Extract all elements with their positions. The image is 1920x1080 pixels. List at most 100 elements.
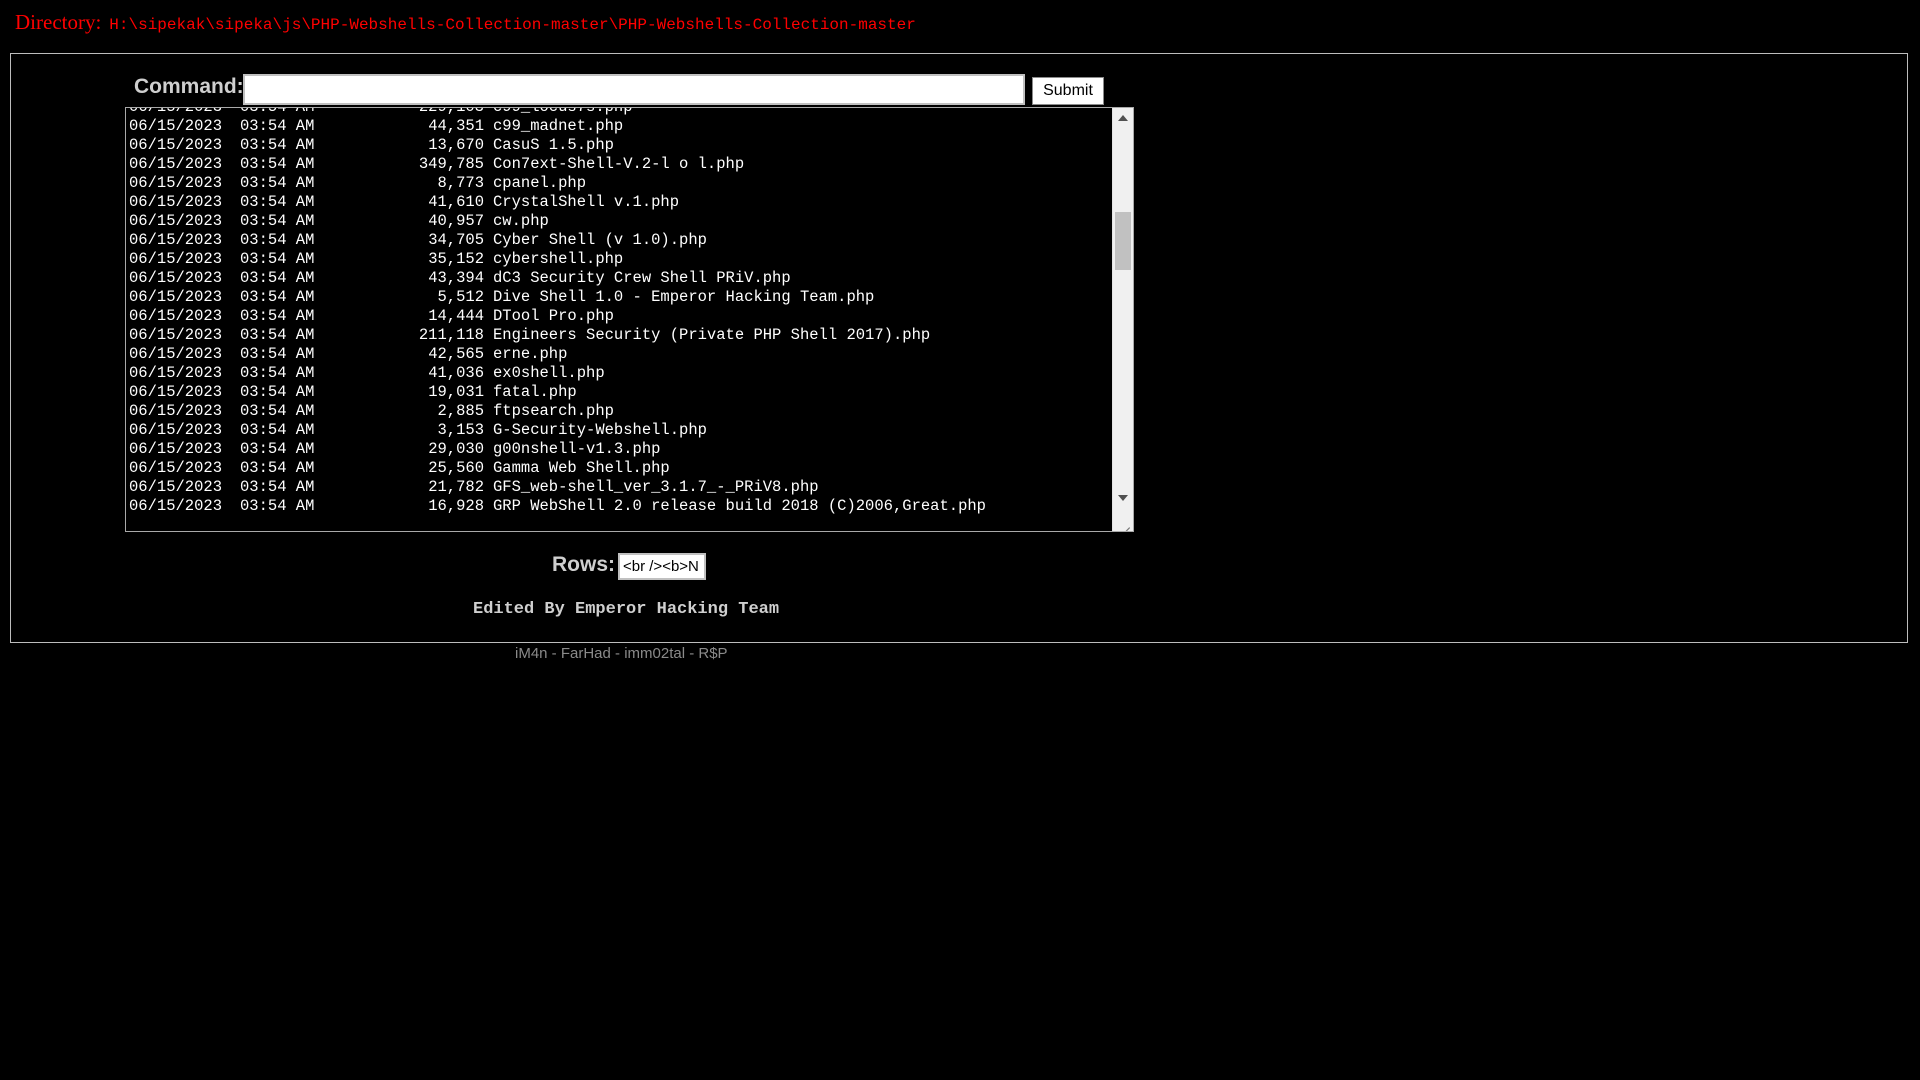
directory-label: Directory: [15,10,102,34]
output-date: 06/15/2023 [129,136,223,154]
output-row: 06/15/2023 03:54 AM 349,785 Con7ext-Shell-V… [129,155,1109,174]
output-time: 03:54 AM [240,383,315,401]
output-row: 06/15/2023 03:54 AM 8,773 cpanel.php [129,174,1109,193]
output-filename: G-Security-Webshell.php [493,421,707,439]
output-time: 03:54 AM [240,497,315,515]
output-filename: c99_locus7s.php [493,107,633,116]
output-time: 03:54 AM [240,117,315,135]
output-time: 03:54 AM [240,326,315,344]
output-row: 06/15/2023 03:54 AM 16,928 GRP WebShell 2.0… [129,497,1109,516]
output-filename: g00nshell-v1.3.php [493,440,661,458]
output-time: 03:54 AM [240,459,315,477]
output-filename: Dive Shell 1.0 - Emperor Hacking Team.ph… [493,288,875,306]
output-size: 8,773 [437,174,484,192]
output-row: 06/15/2023 03:54 AM 41,610 CrystalShell v.1… [129,193,1109,212]
output-content: 06/15/2023 03:54 AM 229,103 c99_locus7s.php… [129,107,1109,516]
submit-button[interactable]: Submit [1032,77,1104,105]
output-filename: CrystalShell v.1.php [493,193,680,211]
output-date: 06/15/2023 [129,117,223,135]
output-time: 03:54 AM [240,174,315,192]
scroll-up-arrow-icon[interactable] [1118,115,1128,121]
rows-input[interactable] [618,553,706,580]
output-time: 03:54 AM [240,440,315,458]
output-time: 03:54 AM [240,402,315,420]
output-size: 40,957 [428,212,484,230]
output-time: 03:54 AM [240,155,315,173]
output-time: 03:54 AM [240,212,315,230]
output-size: 5,512 [437,288,484,306]
command-output-textarea[interactable]: 06/15/2023 03:54 AM 229,103 c99_locus7s.php… [125,107,1134,532]
output-size: 211,118 [418,326,484,344]
output-date: 06/15/2023 [129,212,223,230]
output-size: 14,444 [428,307,484,325]
output-row: 06/15/2023 03:54 AM 25,560 Gamma Web Shell.… [129,459,1109,478]
output-filename: GRP WebShell 2.0 release build 2018 (C)2… [493,497,986,515]
output-row: 06/15/2023 03:54 AM 2,885 ftpsearch.php [129,402,1109,421]
output-date: 06/15/2023 [129,478,223,496]
output-date: 06/15/2023 [129,250,223,268]
output-size: 41,036 [428,364,484,382]
output-date: 06/15/2023 [129,440,223,458]
output-time: 03:54 AM [240,345,315,363]
credits-text: iM4n - FarHad - imm02tal - R$P [515,645,728,662]
output-filename: fatal.php [493,383,577,401]
output-time: 03:54 AM [240,307,315,325]
output-filename: cpanel.php [493,174,587,192]
output-size: 43,394 [428,269,484,287]
output-time: 03:54 AM [240,107,315,116]
directory-line: Directory: H:\sipekak\sipeka\js\PHP-Webs… [15,10,916,38]
output-row: 06/15/2023 03:54 AM 43,394 dC3 Security Cre… [129,269,1109,288]
output-date: 06/15/2023 [129,383,223,401]
rows-label: Rows: [552,553,615,576]
output-filename: Engineers Security (Private PHP Shell 20… [493,326,931,344]
output-filename: ex0shell.php [493,364,605,382]
output-size: 3,153 [437,421,484,439]
output-time: 03:54 AM [240,193,315,211]
output-row: 06/15/2023 03:54 AM 5,512 Dive Shell 1.0 - … [129,288,1109,307]
output-size: 34,705 [428,231,484,249]
output-time: 03:54 AM [240,269,315,287]
scroll-thumb[interactable] [1115,212,1131,270]
output-row: 06/15/2023 03:54 AM 229,103 c99_locus7s.php [129,107,1109,117]
output-filename: CasuS 1.5.php [493,136,614,154]
output-size: 41,610 [428,193,484,211]
output-row: 06/15/2023 03:54 AM 211,118 Engineers Secur… [129,326,1109,345]
output-row: 06/15/2023 03:54 AM 41,036 ex0shell.php [129,364,1109,383]
output-time: 03:54 AM [240,421,315,439]
output-filename: erne.php [493,345,568,363]
output-time: 03:54 AM [240,231,315,249]
output-date: 06/15/2023 [129,364,223,382]
output-time: 03:54 AM [240,478,315,496]
output-date: 06/15/2023 [129,155,223,173]
output-size: 25,560 [428,459,484,477]
output-filename: Gamma Web Shell.php [493,459,670,477]
resize-grip-icon[interactable] [1113,517,1133,531]
directory-path: H:\sipekak\sipeka\js\PHP-Webshells-Colle… [109,16,916,34]
output-size: 229,103 [418,107,484,116]
output-size: 21,782 [428,478,484,496]
output-row: 06/15/2023 03:54 AM 34,705 Cyber Shell (v 1… [129,231,1109,250]
output-date: 06/15/2023 [129,307,223,325]
output-row: 06/15/2023 03:54 AM 40,957 cw.php [129,212,1109,231]
output-filename: GFS_web-shell_ver_3.1.7_-_PRiV8.php [493,478,819,496]
output-row: 06/15/2023 03:54 AM 14,444 DTool Pro.php [129,307,1109,326]
output-date: 06/15/2023 [129,402,223,420]
output-date: 06/15/2023 [129,174,223,192]
output-filename: ftpsearch.php [493,402,614,420]
output-filename: cybershell.php [493,250,624,268]
command-label: Command: [134,75,244,98]
output-filename: c99_madnet.php [493,117,624,135]
output-time: 03:54 AM [240,136,315,154]
output-date: 06/15/2023 [129,231,223,249]
output-time: 03:54 AM [240,364,315,382]
command-input[interactable] [243,74,1025,105]
output-size: 13,670 [428,136,484,154]
output-time: 03:54 AM [240,250,315,268]
output-date: 06/15/2023 [129,497,223,515]
output-scrollbar[interactable] [1112,108,1133,531]
output-date: 06/15/2023 [129,107,223,116]
output-filename: Cyber Shell (v 1.0).php [493,231,707,249]
output-row: 06/15/2023 03:54 AM 3,153 G-Security-Webshe… [129,421,1109,440]
scroll-down-arrow-icon[interactable] [1118,495,1128,501]
output-filename: DTool Pro.php [493,307,614,325]
